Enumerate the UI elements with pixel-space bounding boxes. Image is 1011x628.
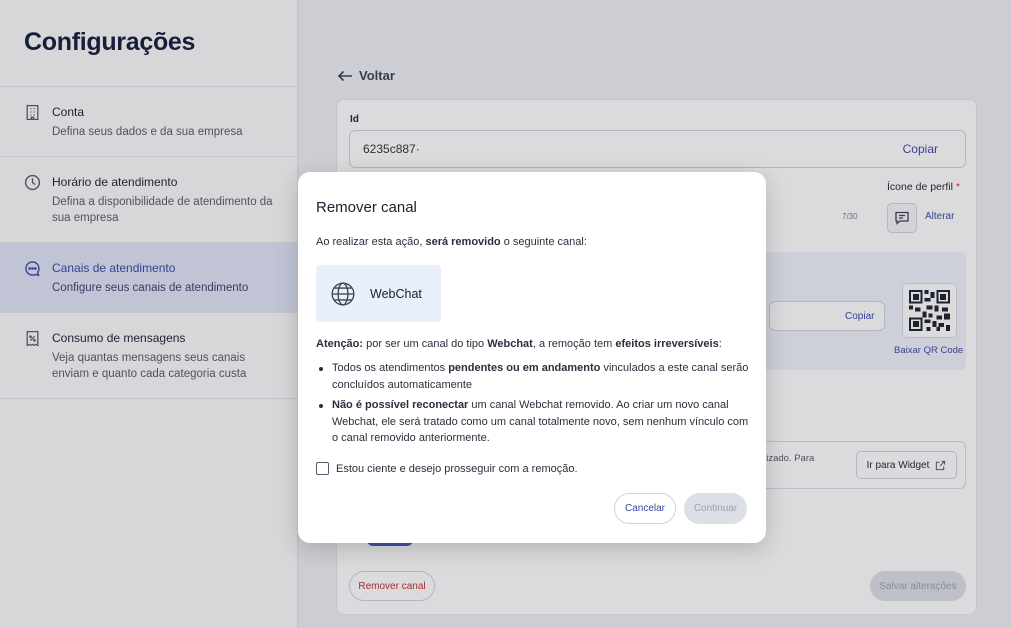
list-item: Todos os atendimentos pendentes ou em an…: [316, 360, 756, 393]
modal-title: Remover canal: [316, 199, 417, 216]
channel-chip: WebChat: [316, 265, 441, 322]
confirm-checkbox-row[interactable]: Estou ciente e desejo prosseguir com a r…: [316, 462, 578, 475]
confirm-checkbox[interactable]: [316, 462, 329, 475]
warning-list: Todos os atendimentos pendentes ou em an…: [316, 360, 756, 451]
warning-text: Atenção: por ser um canal do tipo Webcha…: [316, 338, 722, 350]
modal-intro: Ao realizar esta ação, será removido o s…: [316, 236, 587, 248]
confirm-checkbox-label: Estou ciente e desejo prosseguir com a r…: [336, 462, 578, 475]
remove-channel-modal: Remover canal Ao realizar esta ação, ser…: [298, 172, 766, 543]
globe-icon: [331, 282, 355, 305]
list-item: Não é possível reconectar um canal Webch…: [316, 397, 756, 447]
continue-button[interactable]: Continuar: [684, 493, 747, 524]
cancel-button[interactable]: Cancelar: [614, 493, 676, 524]
channel-name: WebChat: [370, 286, 422, 301]
